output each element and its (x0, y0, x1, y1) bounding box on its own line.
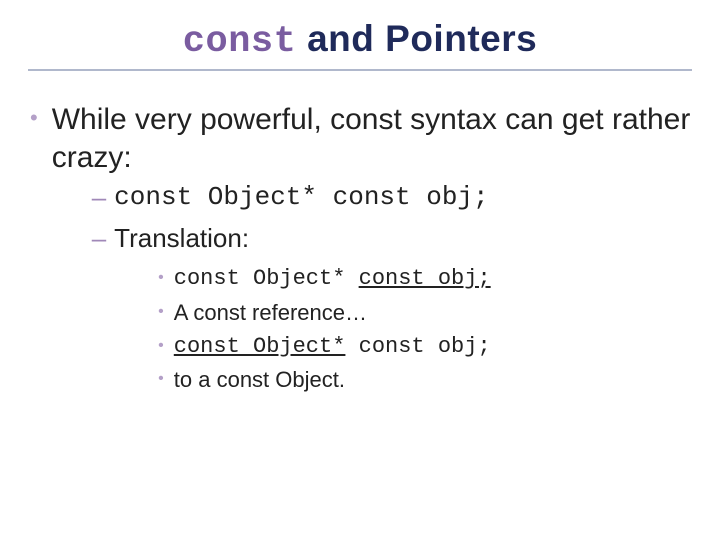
bullet-2-item-2: – Translation: • const Object* const obj… (92, 221, 692, 399)
subsub-2-emph: const Object* (174, 334, 346, 359)
bullet-3-item-1: • A const reference… (158, 298, 490, 328)
bullet-1-body: While very powerful, const syntax can ge… (52, 101, 692, 405)
subsub-1-suffix: A const reference… (174, 300, 367, 325)
subsub-0: const Object* const obj; (174, 264, 491, 294)
bullet-3-item-0: • const Object* const obj; (158, 264, 490, 294)
slide: const and Pointers • While very powerful… (0, 0, 720, 540)
subsub-3: to a const Object. (174, 365, 345, 395)
bullet-dot-icon: • (158, 332, 164, 360)
bullet-level-3: • const Object* const obj; • A const ref… (158, 264, 490, 395)
bullet-2-item-1: – const Object* const obj; (92, 180, 692, 215)
bullet-1-item: • While very powerful, const syntax can … (28, 101, 692, 405)
bullet-3-item-2: • const Object* const obj; (158, 332, 490, 362)
subsub-3-suffix: to a const Object. (174, 367, 345, 392)
dash-icon: – (92, 180, 106, 214)
subsub-1: A const reference… (174, 298, 367, 328)
subsub-0-prefix: const Object* (174, 266, 359, 291)
subsub-0-emph: const obj; (359, 266, 491, 291)
bullet-level-2: – const Object* const obj; – Translation… (92, 180, 692, 399)
bullet-dot-icon: • (158, 298, 164, 326)
title-wrap: const and Pointers (28, 18, 692, 63)
subsub-2: const Object* const obj; (174, 332, 491, 362)
translation-label: Translation: (114, 223, 249, 253)
dash-icon: – (92, 221, 106, 255)
title-rule (28, 69, 692, 71)
bullet-3-item-3: • to a const Object. (158, 365, 490, 395)
title-rest: and Pointers (296, 18, 537, 59)
bullet-dot-icon: • (30, 101, 38, 135)
bullet-level-1: • While very powerful, const syntax can … (28, 101, 692, 405)
bullet-dot-icon: • (158, 365, 164, 393)
code-line-1: const Object* const obj; (114, 180, 488, 215)
slide-title: const and Pointers (28, 18, 692, 63)
bullet-2-body: Translation: • const Object* const obj; (114, 221, 490, 399)
subsub-2-suffix: const obj; (345, 334, 490, 359)
title-code-word: const (183, 21, 297, 63)
bullet-dot-icon: • (158, 264, 164, 292)
bullet-1-text: While very powerful, const syntax can ge… (52, 101, 692, 176)
